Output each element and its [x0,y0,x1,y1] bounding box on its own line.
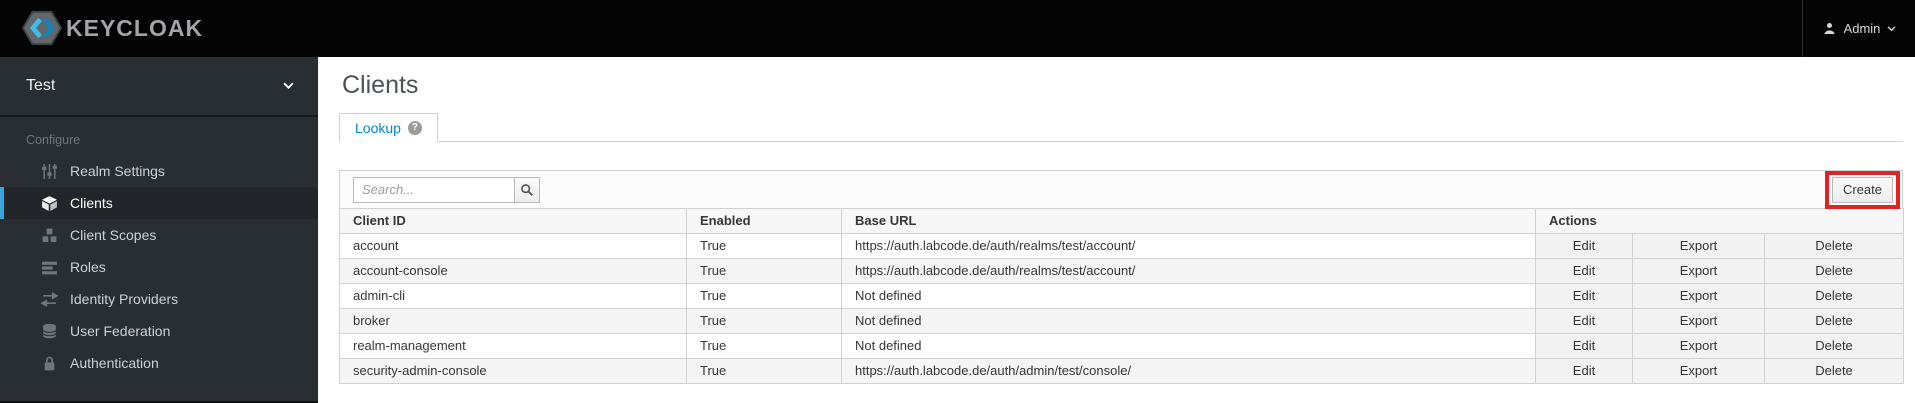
sidebar-item-label: Realm Settings [70,163,165,179]
base-url-link[interactable]: https://auth.labcode.de/auth/realms/test… [841,258,1536,284]
exchange-arrows-icon [40,291,59,308]
tab-lookup[interactable]: Lookup ? [339,113,438,142]
cubes-icon [41,227,58,244]
brand-name: KEYCLOAK [66,14,204,41]
sidebar-item-label: Clients [70,195,113,211]
delete-button[interactable]: Delete [1764,258,1904,284]
lock-icon [41,355,58,372]
table-row: realm-management True Not defined Edit E… [339,333,1904,359]
delete-button[interactable]: Delete [1764,358,1904,384]
database-icon [41,323,58,340]
base-url-link[interactable]: https://auth.labcode.de/auth/admin/test/… [841,358,1536,384]
export-button[interactable]: Export [1632,283,1765,309]
user-menu[interactable]: Admin [1802,0,1915,57]
top-navbar: KEYCLOAK Admin [0,0,1915,57]
help-icon[interactable]: ? [407,120,422,135]
user-name-label: Admin [1843,21,1881,36]
list-bars-icon [41,259,58,276]
tab-bar: Lookup ? [339,113,1903,142]
edit-button[interactable]: Edit [1535,258,1633,284]
export-button[interactable]: Export [1632,308,1765,334]
enabled-value: True [686,283,842,309]
sidebar-item-user-federation[interactable]: User Federation [0,315,318,347]
user-icon [1822,21,1837,36]
sidebar-item-roles[interactable]: Roles [0,251,318,283]
tab-label: Lookup [355,119,401,136]
table-toolbar: Create [339,170,1903,209]
col-header-base-url: Base URL [841,208,1536,234]
base-url-value: Not defined [841,333,1536,359]
delete-button[interactable]: Delete [1764,308,1904,334]
base-url-link[interactable]: https://auth.labcode.de/auth/realms/test… [841,233,1536,259]
edit-button[interactable]: Edit [1535,358,1633,384]
table-row: broker True Not defined Edit Export Dele… [339,308,1904,334]
keycloak-logo[interactable]: KEYCLOAK [22,10,203,46]
enabled-value: True [686,358,842,384]
base-url-value: Not defined [841,283,1536,309]
search-group [353,176,540,203]
table-row: account True https://auth.labcode.de/aut… [339,233,1904,259]
client-id-link[interactable]: broker [339,308,687,334]
col-header-enabled: Enabled [686,208,842,234]
table-header-row: Client ID Enabled Base URL Actions [339,208,1904,234]
sidebar-item-label: Authentication [70,355,159,371]
edit-button[interactable]: Edit [1535,308,1633,334]
export-button[interactable]: Export [1632,258,1765,284]
chevron-down-icon [283,82,294,90]
sidebar-item-authentication[interactable]: Authentication [0,347,318,379]
table-row: account-console True https://auth.labcod… [339,258,1904,284]
sidebar-item-label: Roles [70,259,106,275]
cube-icon [41,195,58,212]
delete-button[interactable]: Delete [1764,333,1904,359]
table-row: security-admin-console True https://auth… [339,358,1904,384]
export-button[interactable]: Export [1632,333,1765,359]
sidebar-item-realm-settings[interactable]: Realm Settings [0,155,318,187]
search-button[interactable] [514,176,540,203]
create-button-wrap: Create [1824,170,1900,209]
base-url-value: Not defined [841,308,1536,334]
realm-name-label: Test [26,77,56,94]
keycloak-hexagon-icon [22,10,62,46]
sidebar-item-identity-providers[interactable]: Identity Providers [0,283,318,315]
page-title: Clients [342,71,419,99]
client-id-link[interactable]: account-console [339,258,687,284]
enabled-value: True [686,258,842,284]
enabled-value: True [686,333,842,359]
chevron-down-icon [1887,25,1896,32]
clients-table-panel: Create Client ID Enabled Base URL Action… [339,170,1904,384]
clients-table: Client ID Enabled Base URL Actions accou… [339,208,1904,384]
sliders-icon [41,163,58,180]
delete-button[interactable]: Delete [1764,233,1904,259]
enabled-value: True [686,233,842,259]
create-button[interactable]: Create [1831,176,1893,203]
table-row: admin-cli True Not defined Edit Export D… [339,283,1904,309]
client-id-link[interactable]: admin-cli [339,283,687,309]
enabled-value: True [686,308,842,334]
edit-button[interactable]: Edit [1535,283,1633,309]
edit-button[interactable]: Edit [1535,233,1633,259]
sidebar-item-client-scopes[interactable]: Client Scopes [0,219,318,251]
delete-button[interactable]: Delete [1764,283,1904,309]
client-id-link[interactable]: security-admin-console [339,358,687,384]
sidebar-section-label: Configure [26,133,81,147]
sidebar-item-label: Client Scopes [70,227,157,243]
col-header-actions: Actions [1535,208,1904,234]
client-id-link[interactable]: realm-management [339,333,687,359]
sidebar: Test Configure Realm Settings Clients Cl… [0,57,318,403]
search-input[interactable] [353,176,514,203]
client-id-link[interactable]: account [339,233,687,259]
export-button[interactable]: Export [1632,358,1765,384]
search-icon [520,183,534,197]
col-header-client-id: Client ID [339,208,687,234]
main-content: Clients Lookup ? Create [318,57,1915,403]
export-button[interactable]: Export [1632,233,1765,259]
sidebar-item-label: Identity Providers [70,291,179,307]
edit-button[interactable]: Edit [1535,333,1633,359]
sidebar-item-label: User Federation [70,323,171,339]
sidebar-item-clients[interactable]: Clients [0,187,318,219]
realm-selector[interactable]: Test [0,57,318,117]
